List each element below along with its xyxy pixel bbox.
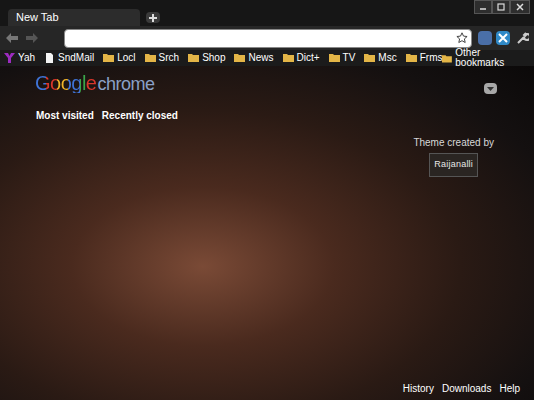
section-link[interactable]: Recently closed: [102, 108, 178, 123]
toolbar: [0, 26, 534, 50]
footer-link[interactable]: History: [403, 381, 434, 396]
maximize-icon[interactable]: [492, 0, 510, 14]
folder-icon: [145, 53, 156, 63]
yahoo-icon: [4, 53, 15, 63]
author-badge[interactable]: Raijanalli: [429, 153, 478, 177]
bookmark[interactable]: Msc: [364, 53, 396, 63]
theme-attribution: Theme created by Raijanalli: [413, 135, 494, 177]
bookmark[interactable]: Yah: [4, 53, 35, 63]
bookmark[interactable]: News: [234, 53, 273, 63]
bookmark[interactable]: Locl: [103, 53, 135, 63]
bookmark[interactable]: Dict+: [283, 53, 320, 63]
menu-dropdown-icon[interactable]: [484, 83, 497, 94]
folder-icon: [364, 53, 375, 63]
folder-icon: [234, 53, 245, 63]
folder-icon: [283, 53, 294, 63]
forward-icon[interactable]: [24, 30, 40, 46]
minimize-icon[interactable]: [474, 0, 492, 14]
folder-icon: [406, 53, 417, 63]
other-bookmarks[interactable]: Other bookmarks: [442, 48, 530, 68]
extension-icon[interactable]: [496, 31, 510, 45]
tab-strip: New Tab: [0, 0, 534, 26]
bookmark[interactable]: SndMail: [44, 53, 94, 63]
bookmark[interactable]: TV: [329, 53, 356, 63]
extension-icon[interactable]: [478, 31, 492, 45]
new-tab-page: Google chrome Most visited Recently close…: [0, 66, 534, 400]
folder-icon: [188, 53, 199, 63]
footer-link[interactable]: Downloads: [442, 381, 491, 396]
section-link[interactable]: Most visited: [36, 108, 94, 123]
address-bar[interactable]: [64, 29, 472, 48]
tab[interactable]: New Tab: [8, 9, 140, 26]
bookmark[interactable]: Shop: [188, 53, 225, 63]
star-icon[interactable]: [456, 32, 468, 44]
window-controls: [474, 0, 530, 14]
chrome-logo: Google chrome: [35, 73, 155, 93]
new-tab-icon[interactable]: [146, 12, 160, 23]
folder-icon: [103, 53, 114, 63]
bookmark-bar: Yah SndMail Locl Srch Shop News Dict+ TV Msc Frms…: [0, 50, 534, 66]
page-icon: [44, 53, 55, 63]
footer-link[interactable]: Help: [499, 381, 520, 396]
folder-icon: [442, 54, 452, 63]
folder-icon: [329, 53, 340, 63]
bookmark[interactable]: Srch: [145, 53, 180, 63]
bookmark[interactable]: Frms: [406, 53, 443, 63]
back-icon[interactable]: [4, 30, 20, 46]
wrench-icon[interactable]: [514, 30, 530, 46]
close-icon[interactable]: [510, 0, 530, 14]
